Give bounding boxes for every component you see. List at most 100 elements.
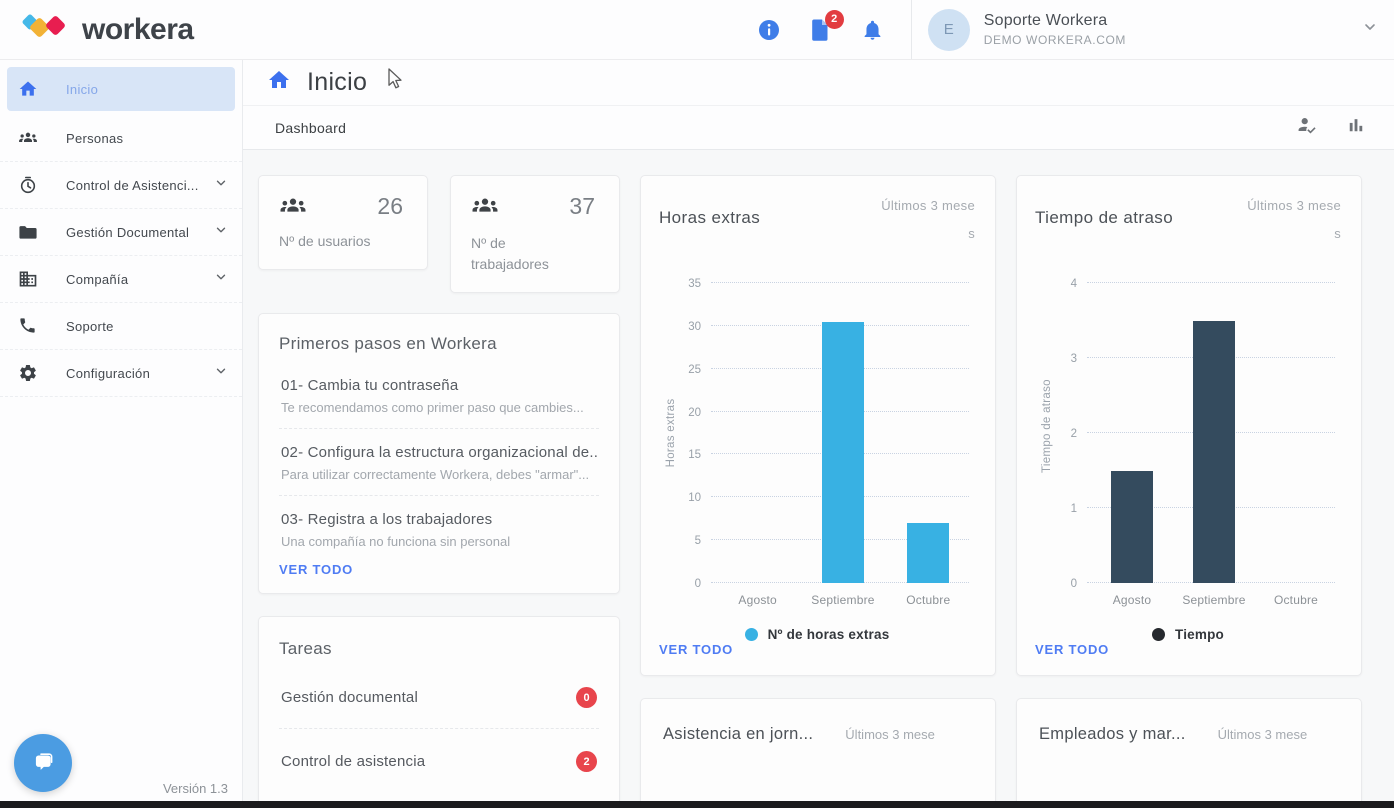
bar-septiembre [821, 321, 864, 583]
y-tick-label: 35 [688, 278, 701, 290]
y-tick-label: 2 [1070, 428, 1077, 440]
notifications-icon[interactable] [861, 18, 885, 42]
chevron-down-icon[interactable] [214, 223, 228, 242]
info-icon[interactable] [757, 18, 781, 42]
y-tick-label: 3 [1070, 353, 1077, 365]
x-tick-label: Septiembre [1182, 593, 1246, 607]
plot-area [711, 282, 975, 583]
workera-logo-icon [22, 14, 65, 37]
people-icon [471, 192, 499, 220]
y-ticks: 0 5 10 15 20 25 30 35 [675, 278, 711, 590]
card-empleados-marcas: Empleados y mar... Últimos 3 mese [1016, 698, 1362, 808]
x-tick-label: Octubre [1273, 593, 1319, 607]
chart-title: Horas extras [659, 208, 761, 227]
sidebar-item-label: Soporte [66, 318, 114, 334]
y-tick-label: 1 [1070, 503, 1077, 515]
bar-slot [886, 283, 971, 583]
sidebar: Inicio Personas Control de Asistenci... … [0, 60, 243, 808]
person-check-icon[interactable] [1296, 114, 1318, 141]
documents-badge: 2 [824, 9, 844, 29]
legend-label: Nº de horas extras [767, 627, 890, 642]
ver-todo-link[interactable]: VER TODO [659, 642, 975, 657]
legend-label: Tiempo [1175, 627, 1224, 642]
stat-value: 37 [569, 192, 595, 219]
first-step-item[interactable]: 01- Cambia tu contraseña Te recomendamos… [279, 362, 599, 428]
user-profile[interactable]: E Soporte Workera DEMO WORKERA.COM [927, 8, 1378, 51]
documents-icon[interactable]: 2 [809, 9, 844, 42]
task-count-badge: 2 [576, 751, 597, 772]
first-steps-title: Primeros pasos en Workera [279, 334, 497, 353]
card-subtitle: Últimos 3 mese [845, 727, 935, 743]
bar-septiembre [1193, 320, 1235, 583]
chevron-down-icon[interactable] [1362, 19, 1378, 40]
phone-icon [18, 316, 38, 336]
card-subtitle: Últimos 3 mese [1217, 727, 1308, 743]
chart-card-tiempo-atraso: Tiempo de atraso Últimos 3 mese s Tiempo… [1016, 175, 1362, 677]
dashboard-content: 26 Nº de usuarios 37 Nº de trabajadores … [243, 150, 1394, 808]
chart-subtitle: Últimos 3 mese s [881, 198, 975, 241]
sidebar-item-label: Gestión Documental [66, 224, 190, 240]
sidebar-item-compania[interactable]: Compañía [0, 256, 242, 303]
chevron-down-icon[interactable] [214, 364, 228, 383]
task-row-gestion-documental[interactable]: Gestión documental 0 [279, 665, 599, 728]
sidebar-item-label: Configuración [66, 365, 151, 381]
y-tick-label: 5 [694, 535, 701, 548]
legend-dot [744, 628, 758, 641]
brand-name: workera [82, 12, 194, 46]
home-icon [267, 68, 291, 97]
chart-title: Tiempo de atraso [1035, 208, 1174, 227]
x-labels: Agosto Septiembre Octubre [1087, 583, 1341, 611]
chevron-down-icon[interactable] [214, 270, 228, 289]
bar-agosto [1111, 470, 1153, 583]
bar-chart-icon[interactable] [1346, 115, 1366, 140]
y-ticks: 0 1 2 3 4 [1051, 278, 1087, 590]
y-tick-label: 20 [688, 406, 701, 419]
y-tick-label: 15 [688, 449, 701, 462]
stat-card-usuarios: 26 Nº de usuarios [258, 175, 428, 270]
y-tick-label: 30 [688, 320, 701, 333]
sidebar-item-personas[interactable]: Personas [0, 115, 242, 162]
ver-todo-link[interactable]: VER TODO [1035, 642, 1341, 657]
x-tick-label: Agosto [1112, 593, 1152, 607]
task-row-control-asistencia[interactable]: Control de asistencia 2 [279, 728, 599, 792]
page-title: Inicio [307, 68, 368, 96]
stat-label: Nº de usuarios [279, 232, 371, 249]
chevron-down-icon[interactable] [214, 176, 228, 195]
sidebar-item-configuracion[interactable]: Configuración [0, 350, 242, 397]
home-icon [18, 79, 38, 99]
sidebar-item-label: Compañía [66, 271, 129, 287]
sidebar-item-soporte[interactable]: Soporte [0, 303, 242, 350]
breadcrumb-bar: Dashboard [243, 106, 1394, 150]
chat-widget-button[interactable] [14, 734, 72, 792]
card-title: Empleados y mar... [1039, 725, 1186, 744]
sidebar-item-label: Control de Asistenci... [66, 177, 199, 193]
user-org: DEMO WORKERA.COM [983, 33, 1126, 47]
x-tick-label: Septiembre [811, 593, 875, 607]
bar-slot [1255, 283, 1337, 583]
tasks-title: Tareas [279, 639, 332, 658]
stat-label: Nº de trabajadores [471, 235, 549, 272]
sidebar-item-inicio[interactable]: Inicio [7, 67, 235, 111]
bar-octubre [907, 523, 950, 583]
first-step-item[interactable]: 03- Registra a los trabajadores Una comp… [279, 495, 599, 562]
first-step-item[interactable]: 02- Configura la estructura organizacion… [279, 428, 599, 495]
chart-legend: Nº de horas extras [659, 627, 975, 642]
bar-slot [1173, 283, 1255, 583]
user-name: Soporte Workera [983, 12, 1108, 29]
stat-value: 26 [377, 192, 403, 219]
ver-todo-link[interactable]: VER TODO [279, 562, 599, 577]
building-icon [18, 269, 38, 289]
x-tick-label: Agosto [738, 593, 777, 607]
chart-card-horas-extras: Horas extras Últimos 3 mese s Horas extr… [640, 175, 996, 677]
card-title: Asistencia en jorn... [663, 725, 814, 744]
y-tick-label: 10 [688, 492, 701, 505]
first-steps-card: Primeros pasos en Workera 01- Cambia tu … [258, 313, 620, 594]
sidebar-item-gestion-documental[interactable]: Gestión Documental [0, 209, 242, 256]
breadcrumb: Dashboard [275, 119, 347, 136]
stat-card-trabajadores: 37 Nº de trabajadores [450, 175, 620, 293]
sidebar-item-control-asistencia[interactable]: Control de Asistenci... [0, 162, 242, 209]
task-count-badge: 0 [576, 687, 597, 708]
app-version: Versión 1.3 [162, 781, 228, 796]
workera-logo[interactable]: workera [20, 11, 194, 49]
card-asistencia-jornada: Asistencia en jorn... Últimos 3 mese [640, 698, 996, 808]
